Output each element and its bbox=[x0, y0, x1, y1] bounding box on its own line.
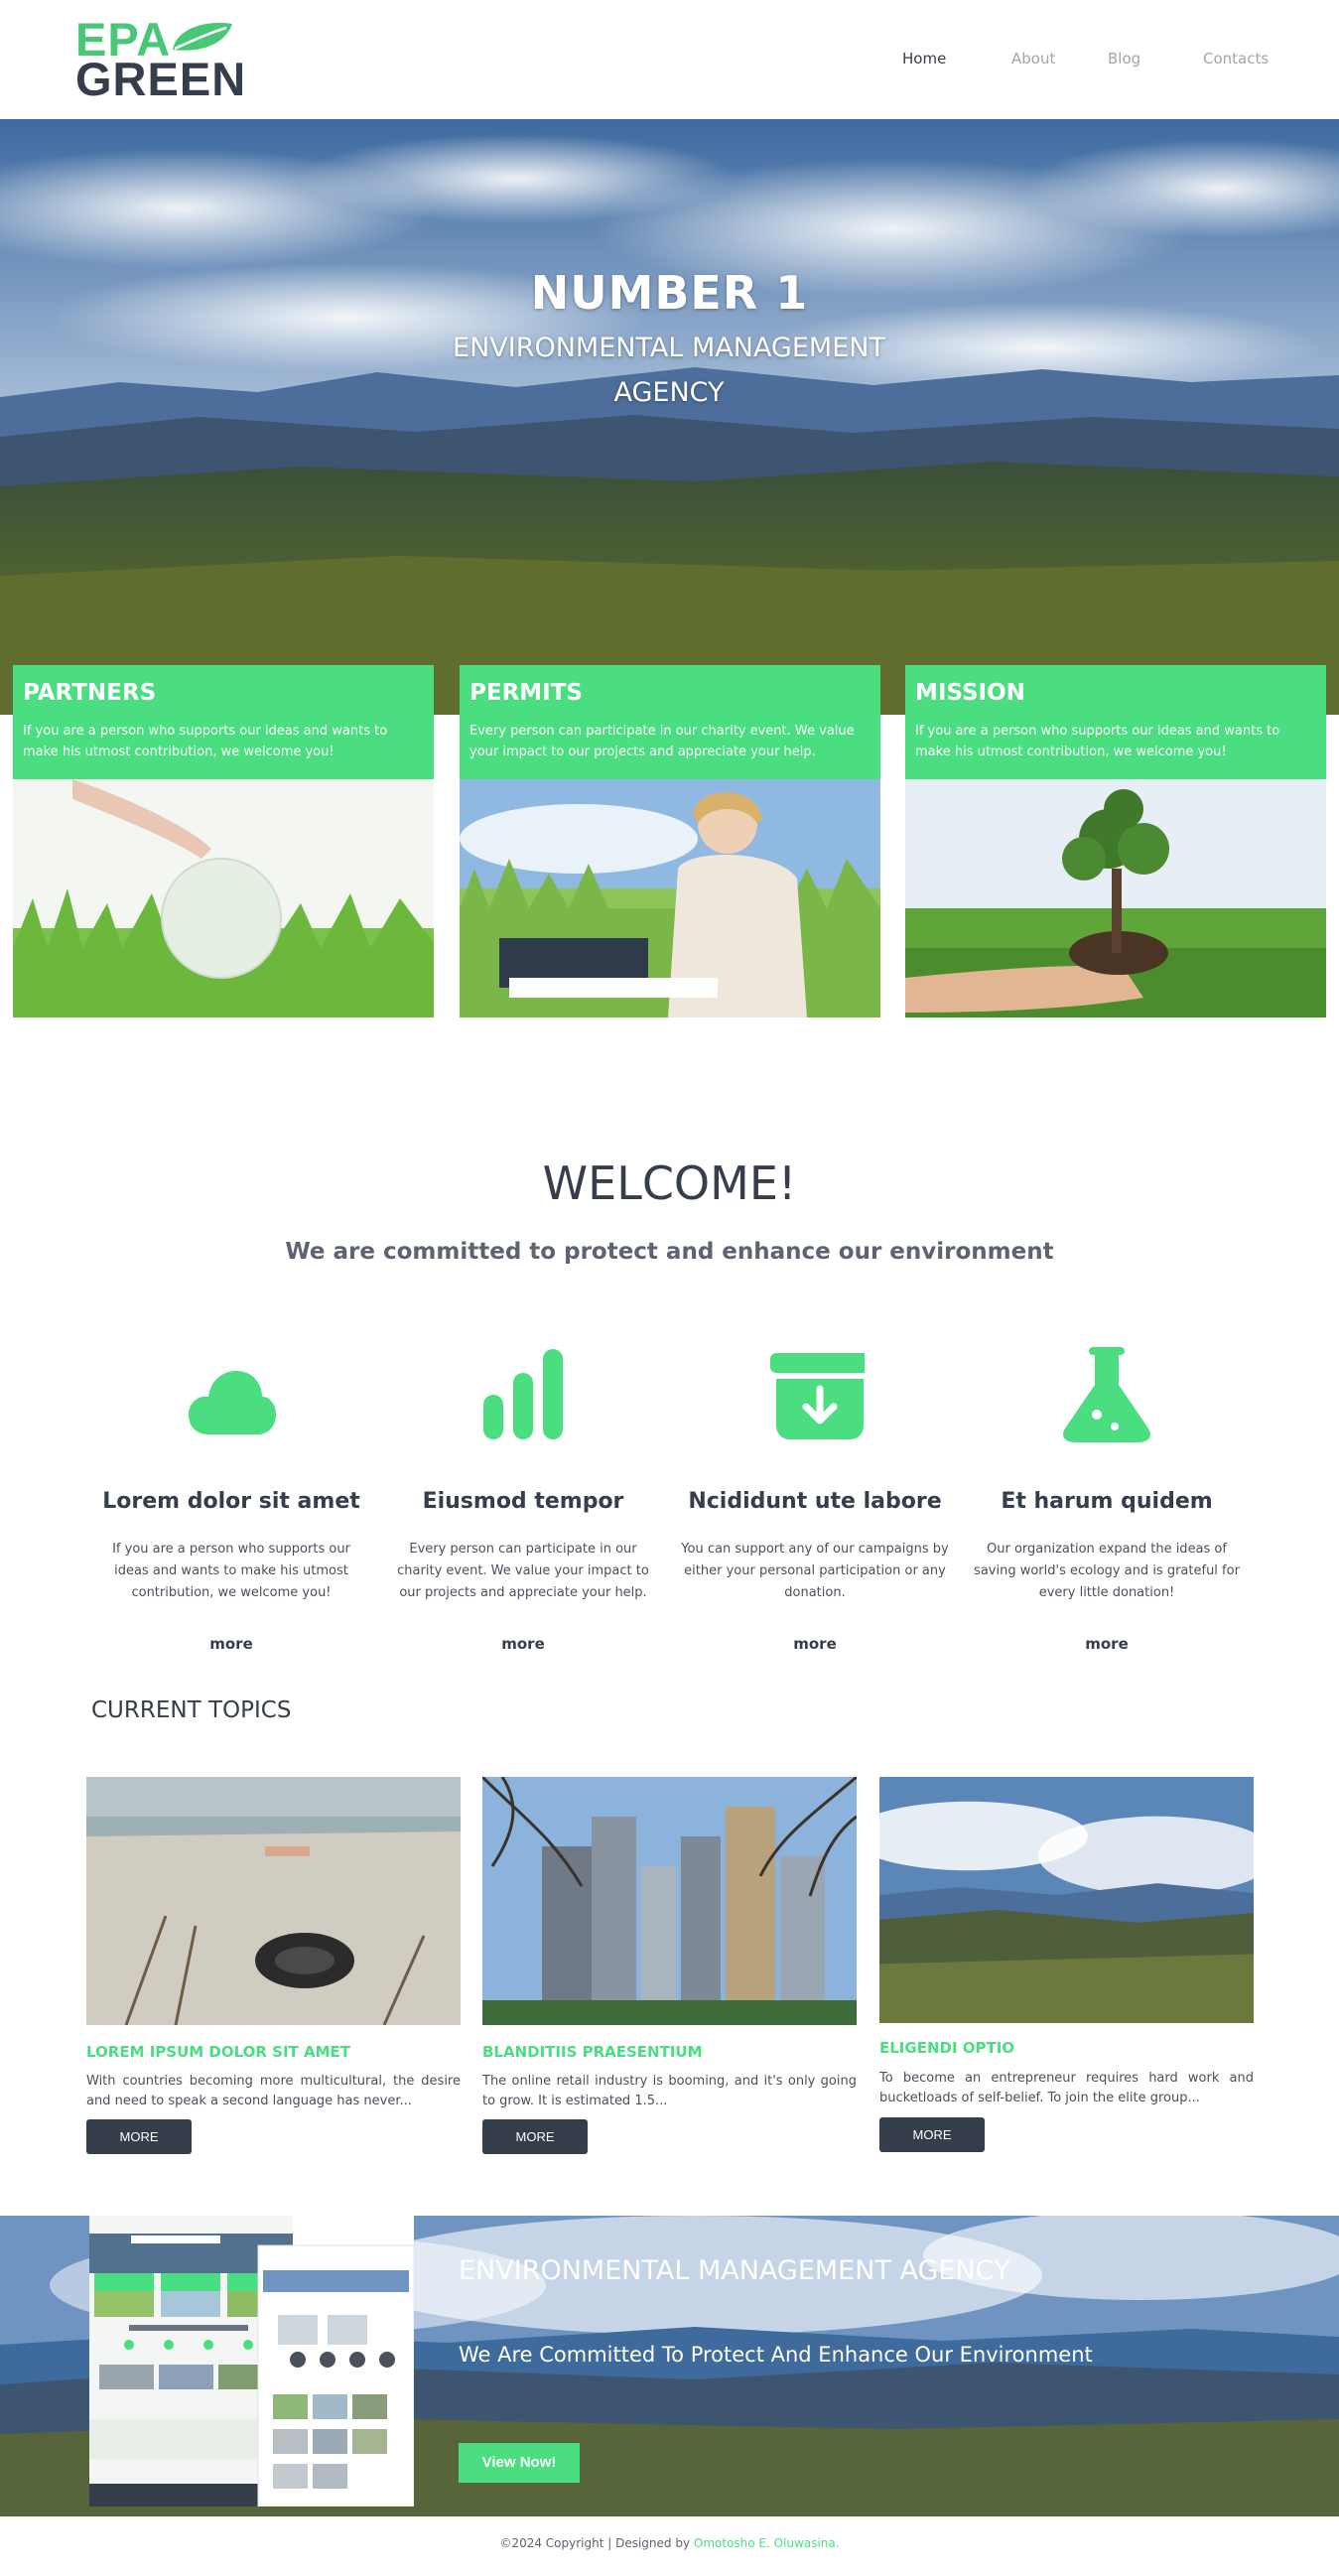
topic-title[interactable]: ELIGENDI OPTIO bbox=[879, 2039, 1254, 2057]
welcome-title: WELCOME! bbox=[542, 1156, 797, 1210]
designer-link[interactable]: Omotosho E. Oluwasina. bbox=[694, 2536, 840, 2550]
logo-line2: GREEN bbox=[75, 53, 247, 105]
skyscrapers-image[interactable] bbox=[482, 1777, 857, 2025]
hero-landscape-image bbox=[0, 119, 1339, 715]
hero-subtitle: ENVIRONMENTAL MANAGEMENT AGENCY bbox=[453, 333, 885, 408]
hand-holding-tree-image bbox=[905, 779, 1326, 1017]
feature-text: You can support any of our campaigns by … bbox=[681, 1542, 949, 1600]
banner-subtitle: We Are Committed To Protect And Enhance … bbox=[459, 2343, 1093, 2367]
site-footer: ©2024 Copyright | Designed by Omotosho E… bbox=[0, 2536, 1339, 2550]
feature-more-link[interactable]: more bbox=[379, 1635, 667, 1653]
feature-title: Ncididunt ute labore bbox=[688, 1489, 942, 1514]
feature-more-link[interactable]: more bbox=[87, 1635, 375, 1653]
nav-blog[interactable]: Blog bbox=[1108, 50, 1140, 68]
welcome-subtitle: We are committed to protect and enhance … bbox=[285, 1239, 1054, 1265]
card-mission[interactable]: MISSION If you are a person who supports… bbox=[905, 665, 1326, 1017]
card-text: If you are a person who supports our ide… bbox=[23, 724, 388, 759]
logo[interactable]: EPA GREEN bbox=[75, 16, 245, 102]
feature-title: Et harum quidem bbox=[1001, 1489, 1213, 1514]
nav-contacts[interactable]: Contacts bbox=[1203, 50, 1269, 68]
hero-title: NUMBER 1 bbox=[530, 266, 809, 320]
card-partners[interactable]: PARTNERS If you are a person who support… bbox=[13, 665, 434, 1017]
current-topics-title: CURRENT TOPICS bbox=[91, 1697, 292, 1723]
topic-more-button[interactable]: MORE bbox=[879, 2117, 985, 2152]
hero-banner: NUMBER 1 ENVIRONMENTAL MANAGEMENT AGENCY bbox=[0, 119, 1339, 715]
view-now-button[interactable]: View Now! bbox=[459, 2443, 580, 2483]
copyright-text: ©2024 Copyright | Designed by bbox=[499, 2536, 694, 2550]
website-preview-image bbox=[89, 2216, 414, 2507]
leaf-icon bbox=[173, 23, 232, 51]
flask-icon bbox=[1063, 1347, 1150, 1442]
archive-download-icon bbox=[770, 1353, 865, 1439]
feature-title: Lorem dolor sit amet bbox=[102, 1489, 360, 1514]
nav-home[interactable]: Home bbox=[902, 50, 946, 68]
card-text: If you are a person who supports our ide… bbox=[915, 724, 1280, 759]
topic-text: The online retail industry is booming, a… bbox=[482, 2074, 857, 2108]
feature-text: Every person can participate in our char… bbox=[397, 1542, 649, 1600]
topic-title[interactable]: LOREM IPSUM DOLOR SIT AMET bbox=[86, 2043, 461, 2061]
promo-banner: ENVIRONMENTAL MANAGEMENT AGENCY We Are C… bbox=[0, 2216, 1339, 2516]
card-title: PERMITS bbox=[469, 680, 583, 706]
card-text: Every person can participate in our char… bbox=[469, 724, 855, 759]
landscape-clouds-image[interactable] bbox=[879, 1777, 1254, 2023]
bar-chart-icon bbox=[483, 1349, 563, 1439]
topic-text: With countries becoming more multicultur… bbox=[86, 2074, 461, 2108]
topic-more-button[interactable]: MORE bbox=[482, 2119, 588, 2154]
card-header: PERMITS Every person can participate in … bbox=[460, 665, 880, 779]
topic-title[interactable]: BLANDITIIS PRAESENTIUM bbox=[482, 2043, 857, 2061]
site-header: EPA GREEN Home About Blog Contacts bbox=[0, 0, 1339, 119]
card-header: MISSION If you are a person who supports… bbox=[905, 665, 1326, 779]
feature-more-link[interactable]: more bbox=[963, 1635, 1251, 1653]
globe-in-grass-image bbox=[13, 779, 434, 1017]
cloud-icon bbox=[189, 1371, 276, 1434]
nav-about[interactable]: About bbox=[1011, 50, 1055, 68]
topic-more-button[interactable]: MORE bbox=[86, 2119, 192, 2154]
topic-text: To become an entrepreneur requires hard … bbox=[879, 2071, 1254, 2105]
banner-title: ENVIRONMENTAL MANAGEMENT AGENCY bbox=[459, 2255, 1010, 2286]
feature-title: Eiusmod tempor bbox=[422, 1489, 624, 1514]
card-title: MISSION bbox=[915, 680, 1025, 706]
feature-text: Our organization expand the ideas of sav… bbox=[974, 1542, 1240, 1600]
beach-with-tire-image[interactable] bbox=[86, 1777, 461, 2025]
card-title: PARTNERS bbox=[23, 680, 157, 706]
card-permits[interactable]: PERMITS Every person can participate in … bbox=[460, 665, 880, 1017]
feature-more-link[interactable]: more bbox=[671, 1635, 959, 1653]
woman-with-laptop-image bbox=[460, 779, 880, 1017]
card-header: PARTNERS If you are a person who support… bbox=[13, 665, 434, 779]
feature-text: If you are a person who supports our ide… bbox=[112, 1542, 350, 1600]
